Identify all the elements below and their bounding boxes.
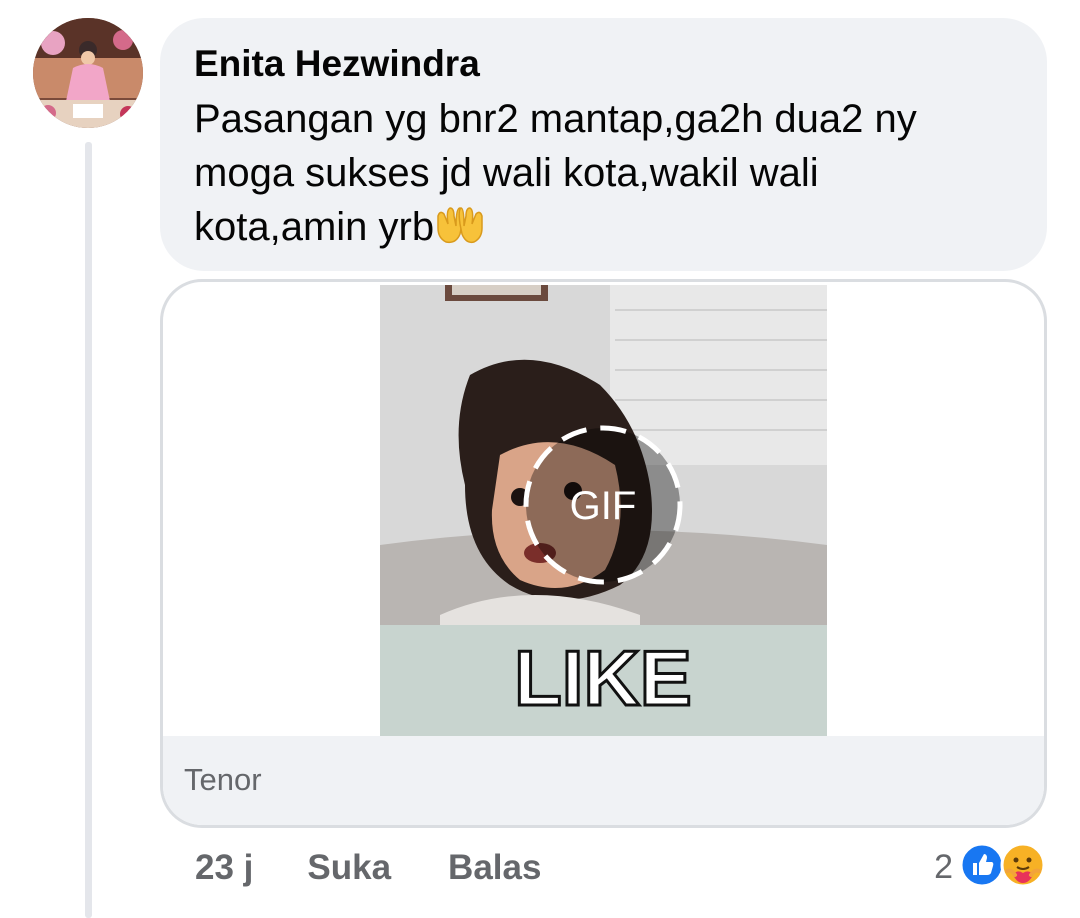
- comment-thread: Enita Hezwindra Pasangan yg bnr2 mantap,…: [0, 0, 1080, 918]
- thread-line: [85, 142, 92, 918]
- comment-body: Pasangan yg bnr2 mantap,ga2h dua2 ny mog…: [194, 97, 917, 249]
- author-name[interactable]: Enita Hezwindra: [194, 42, 1013, 86]
- gif-badge: GIF: [570, 484, 637, 528]
- comment-text: Pasangan yg bnr2 mantap,ga2h dua2 ny mog…: [194, 92, 994, 260]
- gif-attachment[interactable]: GIF LIKE Tenor: [160, 279, 1047, 828]
- comment-bubble: Enita Hezwindra Pasangan yg bnr2 mantap,…: [160, 18, 1047, 271]
- reactions-summary[interactable]: 2: [934, 840, 1047, 894]
- gif-preview[interactable]: GIF LIKE: [380, 285, 827, 736]
- palms-up-together-icon: [434, 202, 486, 260]
- comment-actions: 23 j Suka Balas: [195, 848, 541, 888]
- gif-source-bar: Tenor: [163, 736, 1044, 825]
- comment-timestamp[interactable]: 23 j: [195, 848, 253, 888]
- care-reaction-icon: [999, 841, 1047, 894]
- avatar[interactable]: [33, 18, 143, 128]
- gif-caption: LIKE: [514, 634, 692, 722]
- reply-button[interactable]: Balas: [448, 848, 541, 888]
- gif-source[interactable]: Tenor: [184, 762, 262, 798]
- reaction-count: 2: [934, 847, 953, 886]
- like-button[interactable]: Suka: [307, 848, 391, 888]
